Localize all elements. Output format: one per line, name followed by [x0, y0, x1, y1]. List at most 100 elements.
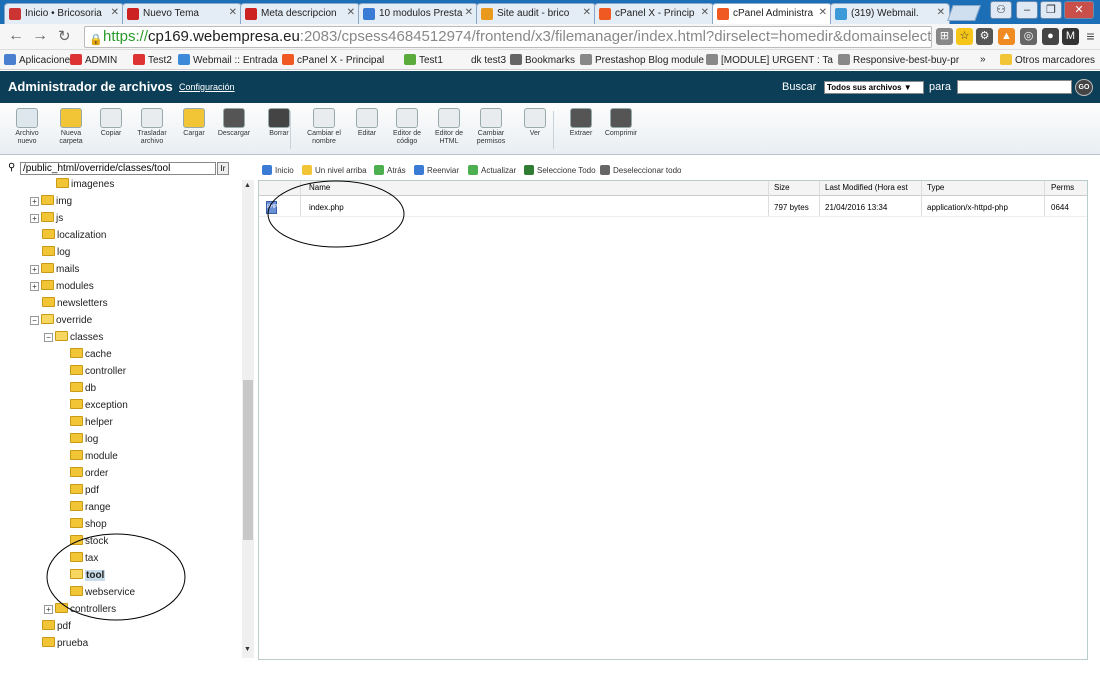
tree-node-stock[interactable]: stock — [70, 535, 108, 551]
bookmark-item[interactable]: cPanel X - Principal — [282, 54, 384, 66]
forward-icon[interactable]: → — [32, 27, 48, 45]
bookmark-item[interactable]: Bookmarks — [510, 54, 575, 66]
close-window-button[interactable]: ✕ — [1064, 1, 1094, 19]
tab-7[interactable]: (319) Webmail. ✕ — [830, 3, 950, 24]
tree-node-cache[interactable]: cache — [70, 348, 112, 364]
tree-node-log[interactable]: log — [70, 433, 98, 449]
other-bookmarks[interactable]: Otros marcadores — [1000, 54, 1095, 66]
bookmark-item[interactable]: Prestashop Blog module — [580, 54, 704, 66]
toolbar-download-button[interactable]: Descargar — [215, 108, 253, 138]
scrollbar-thumb[interactable] — [243, 380, 253, 540]
tab-5[interactable]: cPanel X - Princip ✕ — [594, 3, 714, 24]
bookmark-item[interactable]: Test2 — [133, 54, 172, 66]
tab-close-icon[interactable]: ✕ — [465, 7, 473, 18]
bookmark-item[interactable]: dk test3 — [456, 54, 506, 66]
user-icon[interactable]: ⚇ — [990, 1, 1012, 19]
tree-node-log[interactable]: log — [42, 246, 70, 262]
tree-node-tool[interactable]: tool — [70, 569, 106, 585]
tree-node-module[interactable]: module — [70, 450, 118, 466]
col-modified[interactable]: Last Modified (Hora est — [825, 183, 919, 192]
tree-node-pdf[interactable]: pdf — [42, 620, 71, 636]
tree-node-order[interactable]: order — [70, 467, 108, 483]
tree-node-webservice[interactable]: webservice — [70, 586, 135, 602]
tab-close-icon[interactable]: ✕ — [819, 7, 827, 18]
toolbar-compress-button[interactable]: Comprimir — [602, 108, 640, 138]
camera-icon[interactable]: ◎ — [1020, 28, 1037, 45]
path-go-button[interactable]: Ir — [217, 162, 229, 175]
nav-0-button[interactable]: Inicio — [262, 165, 294, 175]
nav-3-button[interactable]: Reenviar — [414, 165, 459, 175]
tree-node-controllers[interactable]: + controllers — [44, 603, 116, 619]
toolbar-delete-button[interactable]: Borrar — [260, 108, 298, 138]
tree-node-range[interactable]: range — [70, 501, 111, 517]
nav-4-button[interactable]: Actualizar — [468, 165, 516, 175]
col-size[interactable]: Size — [774, 183, 790, 192]
tree-node-mails[interactable]: + mails — [30, 263, 79, 279]
tree-node-db[interactable]: db — [70, 382, 96, 398]
scroll-up-icon[interactable]: ▲ — [244, 182, 251, 189]
table-row[interactable]: PHP index.php 797 bytes 21/04/2016 13:34… — [259, 197, 1087, 217]
toolbar-permissions-button[interactable]: Cambiar permisos — [472, 108, 510, 146]
new-tab-button[interactable] — [947, 5, 981, 21]
extension-dark-icon[interactable]: ● — [1042, 28, 1059, 45]
tree-node-shop[interactable]: shop — [70, 518, 107, 534]
tree-scrollbar[interactable]: ▲ ▼ — [242, 180, 254, 658]
tab-3[interactable]: 10 modulos Presta ✕ — [358, 3, 478, 24]
tab-4[interactable]: Site audit - brico ✕ — [476, 3, 596, 24]
bookmarks-more[interactable]: » — [980, 54, 986, 65]
gmail-icon[interactable]: M — [1062, 28, 1079, 45]
path-input[interactable]: /public_html/override/classes/tool — [20, 162, 216, 175]
nav-6-button[interactable]: Deseleccionar todo — [600, 165, 681, 175]
tree-node-newsletters[interactable]: newsletters — [42, 297, 108, 313]
toolbar-move-button[interactable]: Trasladar archivo — [133, 108, 171, 146]
toolbar-rename-button[interactable]: Cambiar el nombre — [305, 108, 343, 146]
bookmark-star-icon[interactable]: ☆ — [956, 28, 973, 45]
tree-node-prueba[interactable]: prueba — [42, 637, 88, 653]
col-type[interactable]: Type — [927, 183, 944, 192]
tree-node-js[interactable]: + js — [30, 212, 63, 228]
tree-node-tax[interactable]: tax — [70, 552, 98, 568]
tree-node-imagenes[interactable]: imagenes — [56, 178, 114, 194]
bookmark-item[interactable]: Test1 — [404, 54, 443, 66]
tab-close-icon[interactable]: ✕ — [583, 7, 591, 18]
maximize-button[interactable]: ❐ — [1040, 1, 1062, 19]
bookmark-item[interactable]: Webmail :: Entrada — [178, 54, 278, 66]
toolbar-edit-button[interactable]: Editar — [348, 108, 386, 138]
bookmark-item[interactable]: ADMIN — [70, 54, 117, 66]
tab-close-icon[interactable]: ✕ — [229, 7, 237, 18]
col-name[interactable]: Name — [309, 183, 330, 192]
tree-node-pdf[interactable]: pdf — [70, 484, 99, 500]
tab-2[interactable]: Meta descripcion ✕ — [240, 3, 360, 24]
tree-node-helper[interactable]: helper — [70, 416, 113, 432]
file-name[interactable]: index.php — [309, 203, 344, 212]
search-input[interactable] — [957, 80, 1072, 94]
tab-1[interactable]: Nuevo Tema ✕ — [122, 3, 242, 24]
tree-node-img[interactable]: + img — [30, 195, 72, 211]
settings-link[interactable]: Configuración — [179, 82, 235, 92]
collapse-icon[interactable]: − — [30, 316, 39, 325]
back-icon[interactable]: ← — [8, 27, 24, 45]
bookmark-item[interactable]: Responsive-best-buy-pr — [838, 54, 959, 66]
toolbar-new-file-button[interactable]: Archivo nuevo — [8, 108, 46, 146]
toolbar-view-button[interactable]: Ver — [516, 108, 554, 138]
toolbar-new-folder-button[interactable]: Nueva carpeta — [52, 108, 90, 146]
url-input[interactable]: 🔒 https://cp169.webempresa.eu:2083/cpsess… — [84, 26, 932, 48]
toolbar-code-editor-button[interactable]: Editor de código — [388, 108, 426, 146]
expand-icon[interactable]: + — [44, 605, 53, 614]
extension-analytics-icon[interactable]: ▲ — [998, 28, 1015, 45]
nav-2-button[interactable]: Atrás — [374, 165, 406, 175]
toolbar-upload-button[interactable]: Cargar — [175, 108, 213, 138]
home-icon[interactable]: ⚲ — [8, 162, 15, 173]
expand-icon[interactable]: + — [30, 214, 39, 223]
tab-0[interactable]: Inicio • Bricosoria ✕ — [4, 3, 124, 24]
tree-node-modules[interactable]: + modules — [30, 280, 94, 296]
search-go-button[interactable]: GO — [1075, 79, 1093, 96]
toolbar-extract-button[interactable]: Extraer — [562, 108, 600, 138]
col-perms[interactable]: Perms — [1051, 183, 1074, 192]
tab-close-icon[interactable]: ✕ — [937, 7, 945, 18]
reload-icon[interactable]: ↻ — [58, 27, 71, 45]
expand-icon[interactable]: + — [30, 282, 39, 291]
extension-icon[interactable]: ⚙ — [976, 28, 993, 45]
tree-node-controller[interactable]: controller — [70, 365, 126, 381]
tree-node-override[interactable]: − override — [30, 314, 92, 330]
